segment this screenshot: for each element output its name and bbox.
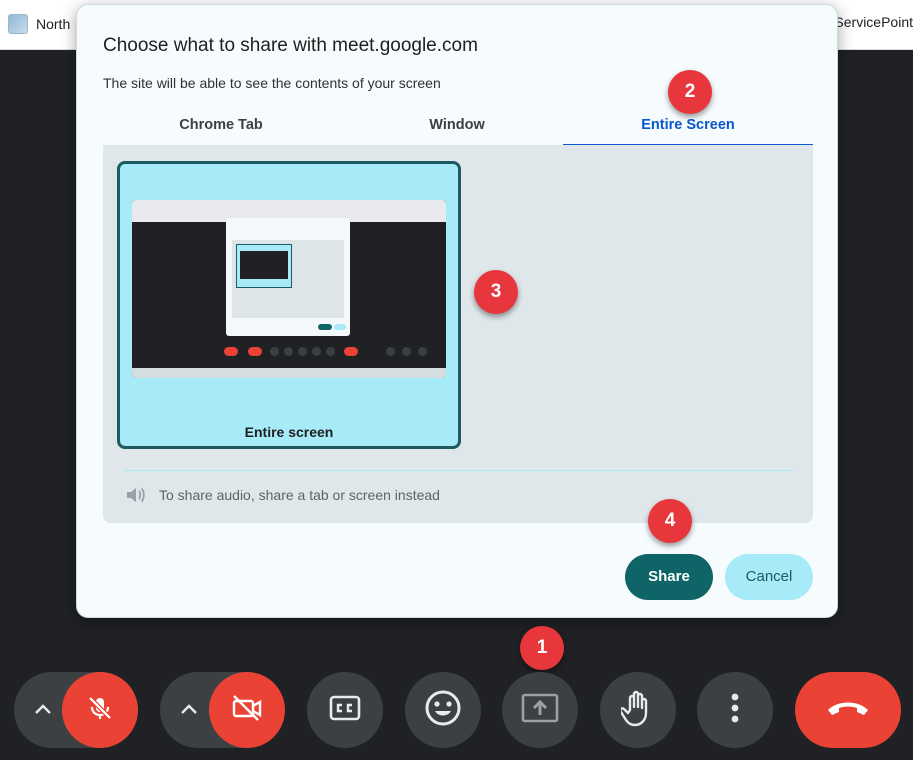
raise-hand-button[interactable] [600,672,676,748]
preview-dialog [226,218,350,336]
present-screen-button[interactable] [502,672,578,748]
more-vert-icon [730,692,740,729]
bookmark-label: North [36,16,71,32]
preview-mini-screen [240,251,288,279]
preview-dot [418,347,427,356]
mic-off-icon [85,693,115,728]
call-end-icon [825,697,871,724]
tab-entire-screen[interactable]: Entire Screen [563,113,813,147]
camera-off-icon [230,693,264,728]
camera-options-button[interactable] [178,700,200,722]
preview-dot [326,347,335,356]
bookmark-servicepoint[interactable]: ServicePoint [834,14,913,30]
share-tabs: Chrome Tab Window Entire Screen [103,113,813,147]
chevron-up-icon [34,702,52,720]
preview-dot [298,347,307,356]
preview-taskbar [132,368,446,378]
dialog-title: Choose what to share with meet.google.co… [103,35,478,56]
share-button[interactable]: Share [625,554,713,600]
present-screen-icon [520,691,560,730]
cc-icon [328,694,362,727]
panel-divider [123,470,793,471]
preview-dot [312,347,321,356]
preview-dot [386,347,395,356]
emoji-icon [424,689,462,732]
preview-cam-dot [248,347,262,356]
more-options-button[interactable] [697,672,773,748]
preview-dot [270,347,279,356]
bookmark-favicon-icon [8,14,28,34]
preview-mini-card [236,244,292,288]
bookmark-north[interactable]: North [8,14,70,34]
preview-end-dot [344,347,358,356]
tab-chrome-tab[interactable]: Chrome Tab [103,113,339,147]
entire-screen-label: Entire screen [244,424,334,440]
hand-icon [619,688,655,733]
chevron-up-icon [180,702,198,720]
callout-badge-2: 2 [668,70,712,114]
callout-badge-3: 3 [474,270,518,314]
entire-screen-option[interactable]: Entire screen [117,161,461,449]
preview-dot [284,347,293,356]
share-options-panel: Entire screen To share audio, share a ta… [103,145,813,523]
preview-panel [232,240,344,318]
mic-options-button[interactable] [32,700,54,722]
reactions-button[interactable] [405,672,481,748]
audio-note-text: To share audio, share a tab or screen in… [159,487,440,503]
preview-mic-dot [224,347,238,356]
camera-toggle-button[interactable] [209,672,285,748]
tab-window[interactable]: Window [339,113,575,147]
screen-preview-thumbnail [132,200,446,378]
leave-call-button[interactable] [795,672,901,748]
cancel-button[interactable]: Cancel [725,554,813,600]
captions-button[interactable] [307,672,383,748]
preview-cancel-button [334,324,346,330]
dialog-subtitle: The site will be able to see the content… [103,75,441,91]
callout-badge-4: 4 [648,499,692,543]
mic-toggle-button[interactable] [62,672,138,748]
speaker-icon [125,485,147,505]
share-dialog: Choose what to share with meet.google.co… [76,4,838,618]
preview-share-button [318,324,332,330]
audio-note: To share audio, share a tab or screen in… [125,485,440,505]
callout-badge-1: 1 [520,626,564,670]
preview-controls [132,344,446,358]
preview-dot [402,347,411,356]
